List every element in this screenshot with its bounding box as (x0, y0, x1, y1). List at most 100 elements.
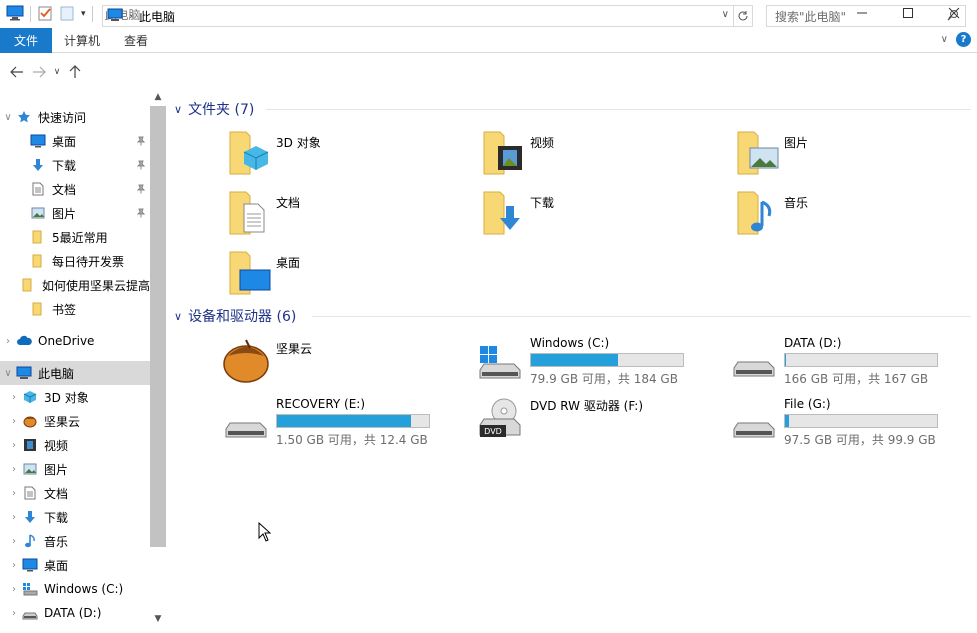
download-icon (22, 509, 38, 525)
nav-item-documents[interactable]: › 文档 (0, 481, 150, 505)
chevron-right-icon[interactable]: › (0, 336, 16, 347)
pin-icon[interactable] (136, 159, 146, 173)
chevron-down-icon[interactable]: ∨ (174, 310, 182, 323)
device-drive-d[interactable]: DATA (D:) 166 GB 可用，共 167 GB (730, 332, 970, 388)
chevron-right-icon[interactable]: › (6, 464, 22, 475)
chevron-right-icon[interactable]: › (6, 392, 22, 403)
nav-item-desktop[interactable]: 桌面 (0, 129, 150, 153)
nav-onedrive[interactable]: › OneDrive (0, 329, 150, 353)
scroll-down-arrow-icon[interactable]: ▼ (150, 614, 166, 628)
folder-tile-pictures[interactable]: 图片 (732, 128, 972, 180)
search-input[interactable]: 搜索"此电脑" (766, 5, 966, 27)
nav-label: 坚果云 (44, 414, 81, 429)
chevron-right-icon[interactable]: › (6, 560, 22, 571)
nav-scrollbar-thumb[interactable] (150, 92, 166, 547)
nav-item-folder[interactable]: 每日待开发票 (0, 249, 150, 273)
video-icon (478, 128, 528, 178)
help-icon[interactable]: ? (956, 32, 971, 47)
pin-icon[interactable] (136, 207, 146, 221)
quick-access-toolbar: ▾ (0, 5, 93, 24)
chevron-right-icon[interactable]: › (6, 512, 22, 523)
tab-file[interactable]: 文件 (0, 27, 53, 53)
forward-button[interactable] (28, 61, 50, 83)
nav-this-pc[interactable]: ∨ 此电脑 (0, 361, 150, 385)
nav-label: 5最近常用 (52, 230, 108, 245)
pin-icon[interactable] (136, 135, 146, 149)
nav-item-drive-d[interactable]: › DATA (D:) (0, 601, 150, 625)
properties-icon[interactable] (37, 5, 53, 24)
nav-item-videos[interactable]: › 视频 (0, 433, 150, 457)
chevron-right-icon[interactable]: › (6, 584, 22, 595)
folder-tile-desktop[interactable]: 桌面 (224, 248, 464, 300)
chevron-right-icon[interactable]: › (6, 416, 22, 427)
nav-item-downloads[interactable]: 下载 (0, 153, 150, 177)
nav-item-3d-objects[interactable]: › 3D 对象 (0, 385, 150, 409)
device-drive-e[interactable]: RECOVERY (E:) 1.50 GB 可用，共 12.4 GB (222, 393, 462, 449)
device-name: File (G:) (784, 397, 831, 411)
nav-item-folder[interactable]: 如何使用坚果云提高 (0, 273, 150, 297)
folder-tile-documents[interactable]: 文档 (224, 188, 464, 240)
new-folder-icon[interactable] (59, 5, 75, 24)
search-icon[interactable] (947, 9, 959, 24)
chevron-right-icon[interactable]: › (6, 536, 22, 547)
nav-item-pictures[interactable]: › 图片 (0, 457, 150, 481)
nav-item-music[interactable]: › 音乐 (0, 529, 150, 553)
recent-locations-button[interactable]: ∨ (50, 61, 64, 83)
folder-icon (30, 229, 46, 245)
device-dvd-drive-f[interactable]: DVD DVD RW 驱动器 (F:) (476, 393, 716, 449)
tab-view[interactable]: 查看 (112, 28, 160, 53)
toolbar-divider (91, 6, 93, 22)
free-space-text: 97.5 GB 可用，共 99.9 GB (784, 433, 936, 447)
nav-item-pictures[interactable]: 图片 (0, 201, 150, 225)
expand-ribbon-icon[interactable]: ∨ (941, 34, 948, 45)
chevron-down-icon[interactable]: ∨ (0, 368, 16, 379)
nav-item-documents[interactable]: 文档 (0, 177, 150, 201)
chevron-right-icon[interactable]: › (129, 11, 133, 22)
group-header-folders[interactable]: ∨ 文件夹 (7) (174, 99, 254, 119)
nav-label: 视频 (44, 438, 69, 453)
nav-quick-access[interactable]: ∨ 快速访问 (0, 105, 150, 129)
device-drive-g[interactable]: File (G:) 97.5 GB 可用，共 99.9 GB (730, 393, 970, 449)
refresh-button[interactable] (733, 5, 753, 27)
nav-item-downloads[interactable]: › 下载 (0, 505, 150, 529)
download-icon (30, 157, 46, 173)
device-nutstore[interactable]: 坚果云 (222, 336, 462, 392)
folder-tile-3d-objects[interactable]: 3D 对象 (224, 128, 464, 180)
free-space-text: 79.9 GB 可用，共 184 GB (530, 372, 678, 386)
folder-tile-videos[interactable]: 视频 (478, 128, 718, 180)
chevron-right-icon[interactable]: › (6, 440, 22, 451)
nav-item-nutstore[interactable]: › 坚果云 (0, 409, 150, 433)
chevron-right-icon[interactable]: › (6, 608, 22, 619)
back-button[interactable] (6, 61, 28, 83)
nav-item-drive-c[interactable]: › Windows (C:) (0, 577, 150, 601)
search-placeholder: 搜索"此电脑" (775, 9, 847, 24)
pin-icon[interactable] (136, 183, 146, 197)
chevron-down-icon[interactable]: ∨ (174, 103, 182, 116)
folder-icon (30, 253, 46, 269)
nav-label: 文档 (44, 486, 69, 501)
capacity-bar (784, 414, 938, 428)
chevron-down-icon[interactable]: ∨ (722, 9, 729, 20)
computer-icon[interactable] (6, 5, 24, 24)
nav-item-desktop[interactable]: › 桌面 (0, 553, 150, 577)
scroll-up-arrow-icon[interactable]: ▲ (150, 92, 166, 106)
nav-item-folder[interactable]: 书签 (0, 297, 150, 321)
address-bar[interactable]: › 此电脑 ∨ (102, 5, 734, 27)
nutstore-icon (222, 336, 272, 386)
folder-tile-downloads[interactable]: 下载 (478, 188, 718, 240)
chevron-right-icon[interactable]: › (6, 488, 22, 499)
nav-label: 文档 (52, 182, 77, 197)
address-path[interactable]: 此电脑 (139, 8, 175, 25)
group-header-devices[interactable]: ∨ 设备和驱动器 (6) (174, 306, 296, 326)
customize-toolbar-icon[interactable]: ▾ (81, 9, 86, 19)
up-button[interactable] (64, 61, 86, 83)
nav-item-folder[interactable]: 5最近常用 (0, 225, 150, 249)
chevron-down-icon[interactable]: ∨ (0, 112, 16, 123)
nav-label: 3D 对象 (44, 390, 89, 405)
folder-name: 下载 (530, 196, 555, 210)
nav-label: DATA (D:) (44, 606, 102, 620)
device-drive-c[interactable]: Windows (C:) 79.9 GB 可用，共 184 GB (476, 332, 716, 388)
folder-tile-music[interactable]: 音乐 (732, 188, 972, 240)
ribbon-tabs: 文件 计算机 查看 ∨ ? (0, 27, 977, 53)
tab-computer[interactable]: 计算机 (52, 28, 112, 53)
